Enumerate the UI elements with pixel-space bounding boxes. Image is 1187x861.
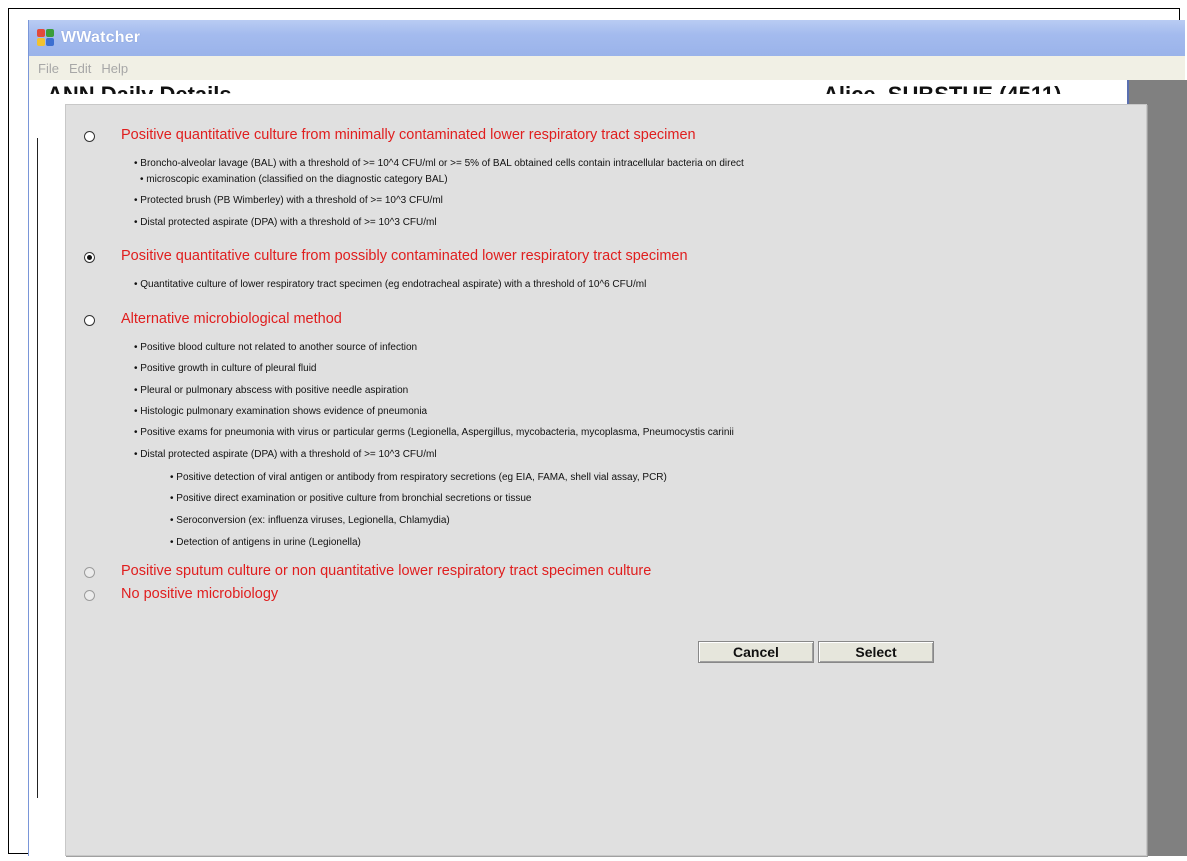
background-title-left: ANN Daily Details — [47, 84, 232, 94]
bullet-item: Broncho-alveolar lavage (BAL) with a thr… — [134, 157, 744, 170]
bullet-item-continuation: microscopic examination (classified on t… — [140, 173, 447, 186]
bullet-item: Protected brush (PB Wimberley) with a th… — [134, 194, 443, 207]
sub-bullet-item: Seroconversion (ex: influenza viruses, L… — [170, 514, 449, 527]
sub-bullet-item: Positive direct examination or positive … — [170, 492, 531, 505]
menu-bar: File Edit Help — [29, 56, 1185, 80]
background-title-right: Alice, SUBSTUE (4511) — [823, 84, 1061, 94]
microbiology-dialog: Positive quantitative culture from minim… — [65, 104, 1147, 856]
menu-edit[interactable]: Edit — [69, 61, 91, 76]
option-label: Positive quantitative culture from minim… — [121, 127, 696, 143]
radio-possibly-contaminated[interactable] — [84, 252, 95, 263]
sub-bullet-item: Detection of antigens in urine (Legionel… — [170, 536, 361, 549]
option-label: Alternative microbiological method — [121, 311, 342, 327]
radio-alternative-method[interactable] — [84, 315, 95, 326]
window-title: WWatcher — [61, 29, 141, 46]
option-label: Positive quantitative culture from possi… — [121, 248, 688, 264]
bullet-item: Distal protected aspirate (DPA) with a t… — [134, 216, 436, 229]
bullet-item: Distal protected aspirate (DPA) with a t… — [134, 448, 436, 461]
menu-file[interactable]: File — [38, 61, 59, 76]
bullet-item: Positive growth in culture of pleural fl… — [134, 362, 316, 375]
radio-no-positive-microbiology[interactable] — [84, 590, 95, 601]
app-window: WWatcher File Edit Help ANN Daily Detail… — [28, 20, 1187, 856]
sub-bullet-item: Positive detection of viral antigen or a… — [170, 471, 667, 484]
menu-help[interactable]: Help — [101, 61, 128, 76]
bullet-item: Histologic pulmonary examination shows e… — [134, 405, 427, 418]
title-bar[interactable]: WWatcher — [29, 20, 1185, 56]
bullet-item: Positive exams for pneumonia with virus … — [134, 426, 734, 439]
app-icon — [37, 29, 55, 47]
background-bracket — [37, 138, 40, 798]
bullet-item: Quantitative culture of lower respirator… — [134, 278, 646, 291]
radio-minimally-contaminated[interactable] — [84, 131, 95, 142]
option-label: No positive microbiology — [121, 586, 279, 602]
radio-sputum-culture[interactable] — [84, 567, 95, 578]
select-button[interactable]: Select — [818, 641, 934, 663]
option-label: Positive sputum culture or non quantitat… — [121, 563, 652, 579]
bullet-item: Positive blood culture not related to an… — [134, 341, 417, 354]
bullet-item: Pleural or pulmonary abscess with positi… — [134, 384, 408, 397]
cancel-button[interactable]: Cancel — [698, 641, 814, 663]
